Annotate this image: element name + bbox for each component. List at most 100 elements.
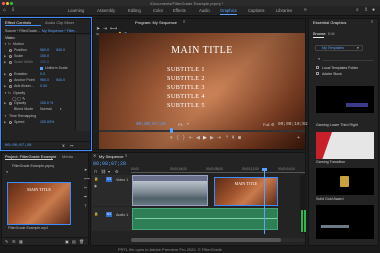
- subtitle-2[interactable]: SUBTITLE 2: [167, 75, 205, 82]
- property-value[interactable]: 540.0: [56, 48, 65, 52]
- template-thumbnail[interactable]: [316, 132, 374, 159]
- timeline-timecode[interactable]: 00;00;07;20: [93, 161, 126, 167]
- effect-keyframe-area[interactable]: [75, 35, 90, 131]
- tab-media[interactable]: Media: [62, 154, 73, 159]
- filter-icon[interactable]: ⊻: [62, 143, 65, 148]
- timeline-work-area[interactable]: [131, 172, 305, 173]
- panel-menu-icon[interactable]: ≡: [125, 153, 127, 158]
- motion-row[interactable]: ▼ fx Motion: [2, 42, 75, 47]
- stopwatch-icon[interactable]: [9, 72, 12, 76]
- template-search-input[interactable]: [323, 56, 373, 61]
- property-value[interactable]: 100.0: [40, 60, 49, 64]
- close-icon[interactable]: ✕: [93, 153, 96, 158]
- eye-icon[interactable]: ◉: [94, 184, 97, 189]
- expand-triangle-icon[interactable]: ▶: [4, 72, 6, 76]
- subtitle-4[interactable]: SUBTITLE 4: [167, 93, 205, 100]
- uniform-scale-checkbox[interactable]: [40, 66, 43, 70]
- property-value[interactable]: 960.0: [40, 48, 49, 52]
- tab-browse[interactable]: Browse: [313, 32, 326, 36]
- main-title-text[interactable]: MAIN TITLE: [99, 45, 305, 56]
- mark-in-icon[interactable]: {: [177, 136, 179, 141]
- chevron-down-icon[interactable]: ▾: [187, 122, 189, 126]
- checkbox-local-templates[interactable]: [316, 66, 319, 69]
- video-clip[interactable]: [132, 175, 208, 206]
- step-back-icon[interactable]: ◀: [196, 136, 200, 141]
- workspace-color[interactable]: Color: [153, 8, 163, 13]
- expand-triangle-icon[interactable]: ▶: [4, 120, 6, 124]
- fit-dropdown[interactable]: Fit: [178, 122, 182, 127]
- stopwatch-icon[interactable]: [9, 101, 12, 105]
- stopwatch-icon[interactable]: [9, 48, 12, 52]
- project-clip-thumbnail[interactable]: MAIN TITLE: [7, 182, 71, 225]
- stopwatch-icon[interactable]: [9, 78, 12, 82]
- template-thumbnail[interactable]: [316, 205, 374, 239]
- workspace-graphics[interactable]: Graphics: [220, 8, 237, 15]
- share-icon[interactable]: ⇪: [364, 8, 368, 13]
- tab-audio-clip-mixer[interactable]: Audio Clip Mixer: [45, 20, 74, 25]
- import-icon[interactable]: ⇩: [11, 8, 15, 13]
- workspace-effects[interactable]: Effects: [173, 8, 186, 13]
- tab-edit[interactable]: Edit: [328, 32, 335, 36]
- workspace-editing[interactable]: Editing: [128, 8, 141, 13]
- settings-icon[interactable]: ⚙: [115, 169, 119, 174]
- property-value[interactable]: 100.00%: [40, 120, 54, 124]
- stopwatch-icon[interactable]: [9, 54, 12, 58]
- play-icon[interactable]: ▶: [203, 136, 207, 141]
- title-graphic-clip[interactable]: MAIN TITLE: [214, 177, 278, 206]
- more-workspaces-icon[interactable]: »: [304, 8, 307, 13]
- razor-tool-icon[interactable]: ✂: [84, 185, 87, 190]
- timeline-playhead[interactable]: [264, 170, 265, 234]
- linked-selection-icon[interactable]: ⛓: [101, 169, 106, 174]
- blend-mode-dropdown[interactable]: Normal: [40, 107, 52, 111]
- property-value[interactable]: 0.00: [40, 84, 47, 88]
- effect-controls-timecode[interactable]: 00;00;07;20: [5, 144, 31, 148]
- expand-triangle-icon[interactable]: ▶: [4, 60, 6, 64]
- add-button-icon[interactable]: +: [297, 136, 300, 141]
- lift-icon[interactable]: ⇡: [225, 136, 229, 141]
- property-value[interactable]: 100.0 %: [40, 101, 53, 105]
- add-marker-icon[interactable]: ▾: [170, 136, 173, 141]
- property-value[interactable]: 540.0: [56, 78, 65, 82]
- type-tool-icon[interactable]: T: [84, 203, 86, 208]
- subtitle-1[interactable]: SUBTITLE 1: [167, 66, 205, 73]
- new-bin-icon[interactable]: ▣: [65, 239, 69, 244]
- extract-icon[interactable]: ⇞: [231, 136, 235, 141]
- ripple-tool-icon[interactable]: ⟷: [84, 176, 90, 181]
- workspace-captions[interactable]: Captions: [248, 8, 265, 13]
- source-label[interactable]: Source * FilterGrade...: [5, 29, 40, 33]
- workspace-assembly[interactable]: Assembly: [97, 8, 115, 13]
- template-thumbnail[interactable]: [316, 86, 374, 113]
- wrench-icon[interactable]: ⚙: [271, 122, 275, 127]
- time-remapping-row[interactable]: ▼ Time Remapping: [2, 114, 75, 119]
- zoom-window-button[interactable]: [10, 1, 13, 5]
- search-icon[interactable]: ⌕: [318, 56, 320, 61]
- program-scrubber[interactable]: [99, 128, 305, 133]
- snap-icon[interactable]: ⊓: [94, 169, 97, 174]
- search-icon[interactable]: ⌕: [6, 169, 8, 174]
- property-value[interactable]: 960.0: [40, 78, 49, 82]
- search-icon[interactable]: ⌕: [356, 8, 359, 13]
- workspace-audio[interactable]: Audio: [199, 8, 210, 13]
- workspace-libraries[interactable]: Libraries: [276, 8, 292, 13]
- timeline-scroll-thumb[interactable]: [131, 238, 281, 242]
- tab-my-sequence[interactable]: My Sequence: [99, 154, 123, 159]
- audio-clip[interactable]: [132, 208, 278, 230]
- quality-dropdown[interactable]: Full: [263, 122, 269, 127]
- go-to-out-icon[interactable]: ⇥: [217, 136, 221, 141]
- workspace-learning[interactable]: Learning: [68, 8, 84, 13]
- expand-triangle-icon[interactable]: ▼: [4, 91, 7, 95]
- timeline-playhead-cap[interactable]: [262, 168, 267, 171]
- export-frame-icon[interactable]: ◙: [238, 136, 241, 141]
- notifications-icon[interactable]: ●: [372, 8, 375, 13]
- expand-triangle-icon[interactable]: ▶: [4, 54, 6, 58]
- add-marker-icon[interactable]: ▾: [108, 169, 110, 174]
- expand-triangle-icon[interactable]: ▼: [4, 114, 7, 118]
- lock-icon[interactable]: 🔒: [94, 212, 98, 217]
- pen-tool-icon[interactable]: ✒: [84, 194, 87, 199]
- new-item-icon[interactable]: ▤: [72, 239, 76, 244]
- stopwatch-icon[interactable]: [9, 60, 12, 64]
- selection-tool-icon[interactable]: ➤: [84, 167, 87, 172]
- subtitle-5[interactable]: SUBTITLE 5: [167, 102, 205, 109]
- track-target-a1[interactable]: A1: [106, 212, 112, 217]
- close-window-button[interactable]: [2, 1, 5, 5]
